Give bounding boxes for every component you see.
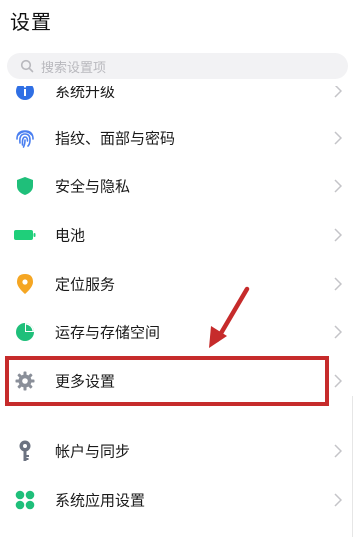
highlight-box: [5, 356, 329, 406]
settings-item-system-apps[interactable]: 系统应用设置: [0, 476, 355, 524]
settings-item-fingerprint[interactable]: 指纹、面部与密码: [0, 114, 355, 162]
settings-item-label: 安全与隐私: [55, 177, 131, 196]
chevron-right-icon: [334, 84, 342, 98]
settings-item-label: 系统应用设置: [55, 491, 146, 510]
edge-divider: [352, 396, 353, 537]
chevron-right-icon: [334, 444, 342, 458]
chevron-right-icon: [334, 228, 342, 242]
chevron-right-icon: [334, 179, 342, 193]
chevron-right-icon: [334, 493, 342, 507]
chevron-right-icon: [334, 131, 342, 145]
settings-item-battery[interactable]: 电池: [0, 211, 355, 259]
settings-item-label: 帐户与同步: [55, 442, 131, 461]
shield-icon: [13, 174, 37, 198]
search-icon: [20, 59, 34, 73]
apps-grid-icon: [13, 488, 37, 512]
settings-item-label: 定位服务: [55, 275, 116, 294]
battery-icon: [13, 223, 37, 247]
page-title: 设置: [10, 10, 52, 34]
settings-item-label: 运存与存储空间: [55, 323, 161, 342]
settings-screen: 设置 搜索设置项 系统升级 搜索设置项: [0, 0, 355, 537]
settings-item-security[interactable]: 安全与隐私: [0, 162, 355, 210]
search-bar-front[interactable]: 搜索设置项: [7, 53, 348, 79]
chevron-right-icon: [334, 374, 342, 388]
settings-item-label: 指纹、面部与密码: [55, 129, 176, 148]
settings-item-accounts[interactable]: 帐户与同步: [0, 427, 355, 475]
search-placeholder: 搜索设置项: [41, 60, 107, 76]
settings-item-label: 电池: [55, 226, 86, 245]
chevron-right-icon: [334, 325, 342, 339]
pie-chart-icon: [13, 320, 37, 344]
key-icon: [13, 439, 37, 463]
fingerprint-icon: [13, 126, 37, 150]
annotation-arrow-icon: [209, 286, 250, 348]
chevron-right-icon: [334, 277, 342, 291]
location-pin-icon: [13, 272, 37, 296]
settings-item-storage[interactable]: 运存与存储空间: [0, 308, 355, 356]
settings-item-location[interactable]: 定位服务: [0, 260, 355, 308]
